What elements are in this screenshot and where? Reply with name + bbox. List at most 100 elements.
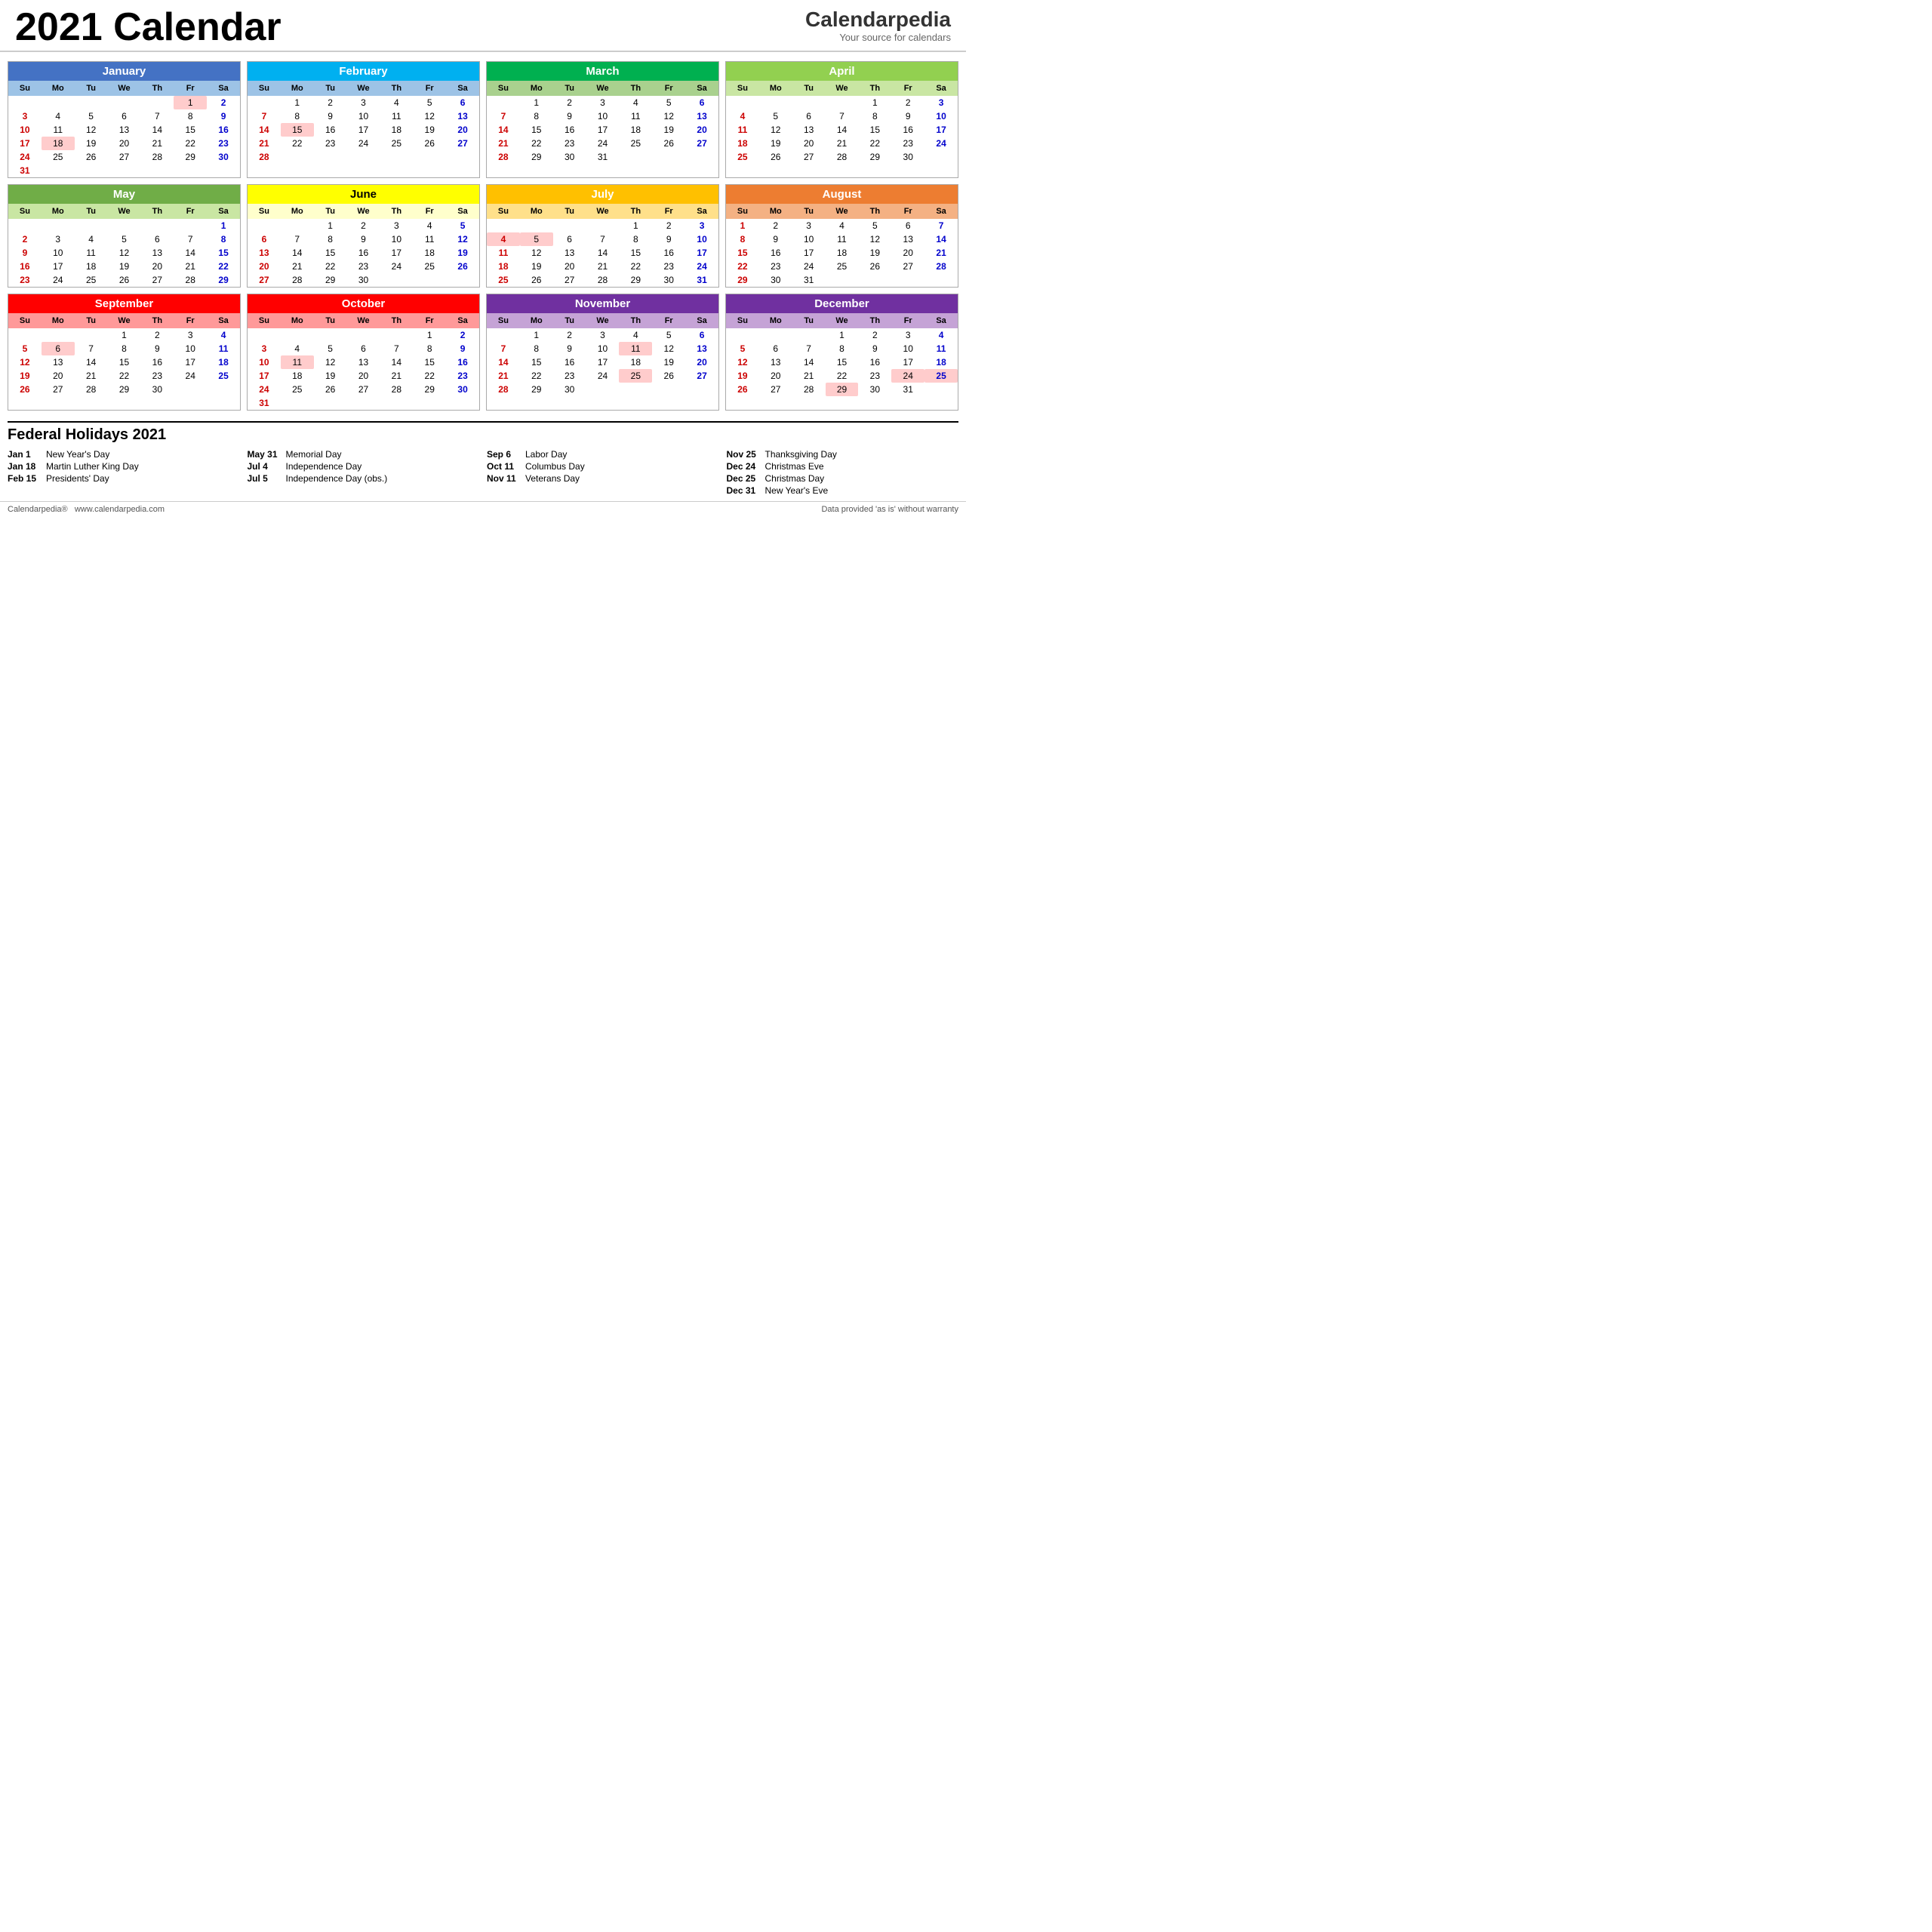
day-cell: 18: [42, 137, 75, 150]
day-cell: 4: [726, 109, 759, 123]
month-body-jul: 1234567891011121314151617181920212223242…: [487, 219, 718, 287]
holiday-column-2: Sep 6Labor DayOct 11Columbus DayNov 11Ve…: [487, 448, 719, 497]
day-cell: 3: [792, 219, 826, 232]
header-title-block: 2021 Calendar: [15, 8, 281, 47]
day-of-week-label: Fr: [174, 205, 207, 217]
day-cell: [314, 396, 347, 410]
day-cell: 7: [248, 109, 281, 123]
day-cell: 11: [619, 109, 652, 123]
holiday-name: Thanksgiving Day: [765, 449, 837, 460]
day-cell: 10: [924, 109, 958, 123]
day-cell: 15: [413, 355, 446, 369]
day-of-week-label: We: [826, 205, 859, 217]
day-cell: 11: [726, 123, 759, 137]
day-cell: 17: [891, 355, 924, 369]
days-header-dec: SuMoTuWeThFrSa: [726, 313, 958, 328]
day-cell: 28: [281, 273, 314, 287]
day-cell: [248, 328, 281, 342]
day-cell: 27: [42, 383, 75, 396]
month-header-mar: March: [487, 62, 718, 81]
day-cell: 27: [792, 150, 826, 164]
footer-note: Data provided 'as is' without warranty: [821, 505, 958, 514]
day-cell: 10: [586, 342, 620, 355]
day-cell: 13: [347, 355, 380, 369]
day-of-week-label: Fr: [413, 82, 446, 94]
holiday-date: Jan 1: [8, 449, 42, 460]
day-cell: 7: [792, 342, 826, 355]
day-cell: [8, 328, 42, 342]
day-cell: [174, 164, 207, 177]
day-cell: 29: [826, 383, 859, 396]
day-cell: 29: [520, 383, 553, 396]
holiday-name: Presidents' Day: [46, 473, 109, 484]
day-cell: [792, 328, 826, 342]
logo-tagline: Your source for calendars: [805, 32, 951, 43]
day-cell: 30: [207, 150, 240, 164]
day-cell: 29: [413, 383, 446, 396]
day-cell: [314, 328, 347, 342]
holiday-date: Nov 25: [727, 449, 761, 460]
day-of-week-label: Mo: [281, 205, 314, 217]
day-cell: 27: [685, 137, 718, 150]
day-of-week-label: Tu: [553, 205, 586, 217]
day-cell: 1: [826, 328, 859, 342]
day-cell: 3: [248, 342, 281, 355]
day-of-week-label: Mo: [42, 315, 75, 327]
day-cell: 14: [924, 232, 958, 246]
day-cell: 27: [553, 273, 586, 287]
day-of-week-label: Su: [248, 82, 281, 94]
day-of-week-label: Su: [487, 205, 520, 217]
day-cell: 6: [248, 232, 281, 246]
day-cell: 28: [487, 383, 520, 396]
day-cell: 10: [347, 109, 380, 123]
day-of-week-label: Tu: [314, 82, 347, 94]
day-cell: 29: [726, 273, 759, 287]
month-body-oct: 1234567891011121314151617181920212223242…: [248, 328, 479, 410]
day-of-week-label: Th: [140, 315, 174, 327]
day-cell: 31: [685, 273, 718, 287]
day-cell: 17: [792, 246, 826, 260]
calendar-grid: JanuarySuMoTuWeThFrSa1234567891011121314…: [0, 58, 966, 414]
day-cell: 28: [140, 150, 174, 164]
day-cell: 29: [207, 273, 240, 287]
day-cell: 20: [553, 260, 586, 273]
day-cell: 28: [174, 273, 207, 287]
day-cell: 13: [759, 355, 792, 369]
day-cell: 26: [652, 369, 685, 383]
day-cell: 2: [347, 219, 380, 232]
day-of-week-label: Mo: [520, 315, 553, 327]
day-cell: [207, 383, 240, 396]
day-cell: 6: [446, 96, 479, 109]
day-cell: [726, 328, 759, 342]
day-cell: 10: [42, 246, 75, 260]
day-cell: 20: [759, 369, 792, 383]
day-cell: 17: [347, 123, 380, 137]
day-cell: 24: [586, 369, 620, 383]
day-cell: 12: [446, 232, 479, 246]
day-cell: 9: [207, 109, 240, 123]
day-cell: [207, 164, 240, 177]
day-cell: 21: [140, 137, 174, 150]
day-cell: [446, 150, 479, 164]
day-cell: 20: [792, 137, 826, 150]
day-cell: 21: [248, 137, 281, 150]
holiday-name: Christmas Eve: [765, 461, 824, 472]
month-jul: JulySuMoTuWeThFrSa1234567891011121314151…: [486, 184, 719, 288]
holiday-item: Jan 1New Year's Day: [8, 448, 240, 460]
day-cell: 14: [380, 355, 413, 369]
day-cell: 5: [652, 96, 685, 109]
day-cell: 3: [924, 96, 958, 109]
day-cell: [140, 96, 174, 109]
month-body-nov: 1234567891011121314151617181920212223242…: [487, 328, 718, 396]
day-cell: 15: [314, 246, 347, 260]
month-header-nov: November: [487, 294, 718, 313]
day-cell: 20: [347, 369, 380, 383]
day-cell: 9: [858, 342, 891, 355]
month-jun: JuneSuMoTuWeThFrSa1234567891011121314151…: [247, 184, 480, 288]
day-cell: 13: [140, 246, 174, 260]
day-cell: 19: [108, 260, 141, 273]
day-cell: [248, 96, 281, 109]
day-cell: 4: [413, 219, 446, 232]
day-cell: 12: [759, 123, 792, 137]
day-cell: 18: [924, 355, 958, 369]
